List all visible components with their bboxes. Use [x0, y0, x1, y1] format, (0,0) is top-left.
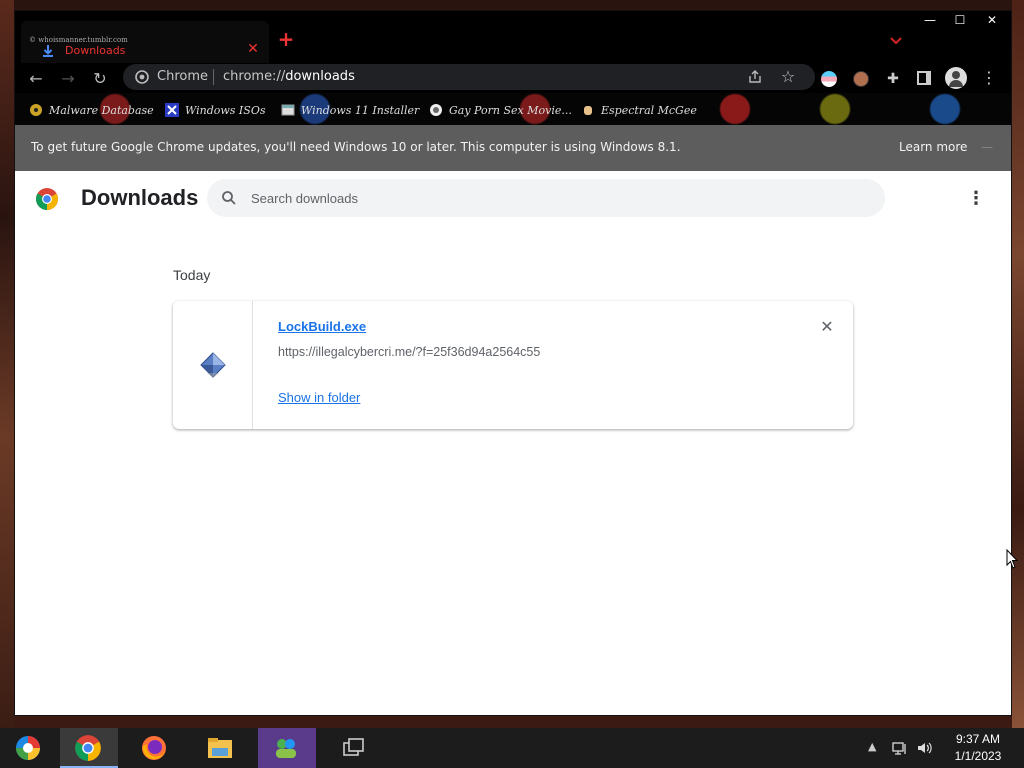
chrome-icon	[75, 735, 101, 761]
file-name-link[interactable]: LockBuild.exe	[278, 319, 366, 334]
taskbar-messenger[interactable]	[258, 728, 316, 768]
tab-title: Downloads	[65, 44, 126, 57]
bookmark-label: Espectral McGee	[601, 103, 697, 117]
back-arrow-icon[interactable]: ←	[25, 68, 47, 90]
forward-arrow-icon[interactable]: →	[57, 68, 79, 90]
chrome-logo-icon	[36, 188, 58, 210]
mouse-cursor-icon	[1006, 549, 1018, 569]
downloads-page: Downloads ⋮ Today LockBuild.exe https://…	[15, 171, 1011, 715]
extension-flag-icon[interactable]	[821, 71, 837, 87]
biohazard-icon	[30, 104, 42, 116]
bookmark-malware-database[interactable]: Malware Database	[29, 101, 154, 119]
new-tab-button[interactable]: +	[277, 29, 295, 49]
bookmark-site[interactable]: Gay Porn Sex Movie...	[429, 101, 572, 119]
bookmark-label: Malware Database	[49, 103, 154, 117]
site-chip-label: Chrome	[157, 69, 208, 84]
start-logo-icon	[16, 736, 40, 760]
reload-icon[interactable]: ↻	[89, 68, 111, 90]
browser-menu-icon[interactable]: ⋮	[981, 68, 997, 88]
x-logo-icon	[165, 103, 179, 117]
bookmark-star-icon[interactable]: ☆	[779, 68, 797, 86]
file-icon-cell	[173, 301, 253, 429]
site-icon	[430, 104, 442, 116]
extensions-puzzle-icon[interactable]: ✚	[885, 71, 901, 87]
taskbar-chrome[interactable]	[60, 728, 118, 768]
download-item: LockBuild.exe https://illegalcybercri.me…	[173, 301, 853, 429]
network-icon[interactable]	[892, 740, 908, 756]
search-box[interactable]	[207, 179, 885, 217]
bookmark-windows-11-installer[interactable]: Windows 11 Installer	[281, 101, 419, 119]
extension-avatar-icon[interactable]	[853, 71, 869, 87]
infobar-close-icon[interactable]: —	[979, 139, 995, 155]
window-close-button[interactable]: ✕	[973, 11, 1011, 29]
address-bar[interactable]: Chrome chrome://downloads ☆	[123, 64, 815, 90]
search-icon	[222, 191, 236, 205]
clock-time[interactable]: 9:37 AM	[950, 732, 1006, 746]
volume-icon[interactable]	[916, 740, 932, 756]
messenger-people-icon	[276, 739, 296, 758]
chrome-site-icon	[135, 70, 149, 84]
clock-date[interactable]: 1/1/2023	[946, 749, 1010, 763]
taskbar: ▲ 9:37 AM 1/1/2023	[0, 728, 1024, 768]
browser-window: © whoismanner.tumblr.com Downloads ✕ + —…	[14, 10, 1012, 716]
tab-search-icon[interactable]	[887, 31, 905, 49]
show-in-folder-link[interactable]: Show in folder	[278, 390, 360, 405]
search-input[interactable]	[251, 188, 851, 208]
more-options-icon[interactable]: ⋮	[967, 189, 985, 209]
maximize-button[interactable]: ☐	[945, 11, 975, 29]
bookmark-label: Windows 11 Installer	[301, 103, 420, 117]
tab-watermark-text: © whoismanner.tumblr.com	[29, 36, 128, 44]
taskbar-firefox[interactable]	[126, 728, 184, 768]
profile-avatar-icon[interactable]	[945, 67, 967, 89]
desktop-wallpaper-right	[1012, 0, 1024, 728]
window-icon	[281, 104, 295, 116]
update-infobar: To get future Google Chrome updates, you…	[15, 125, 1011, 171]
bookmark-espectral-mcgee[interactable]: Espectral McGee	[581, 101, 697, 119]
page-title: Downloads	[81, 185, 199, 210]
taskbar-file-explorer[interactable]	[192, 728, 250, 768]
file-source-url[interactable]: https://illegalcybercri.me/?f=25f36d94a2…	[278, 345, 540, 359]
bookmark-label: Gay Porn Sex Movie...	[449, 103, 572, 117]
learn-more-link[interactable]: Learn more	[899, 140, 967, 154]
tab-downloads[interactable]: © whoismanner.tumblr.com Downloads ✕	[21, 21, 269, 63]
taskbar-start-button[interactable]	[0, 728, 56, 768]
share-icon[interactable]	[747, 69, 763, 85]
firefox-icon	[142, 736, 166, 760]
bookmarks-bar: Malware Database Windows ISOs Windows 11…	[15, 93, 1011, 125]
bookmark-label: Windows ISOs	[185, 103, 266, 117]
browser-toolbar: ← → ↻ Chrome chrome://downloads ☆ ✚ ⋮	[15, 63, 1011, 93]
address-separator	[213, 69, 214, 85]
hand-icon	[584, 106, 592, 115]
bookmark-windows-isos[interactable]: Windows ISOs	[165, 101, 265, 119]
executable-file-icon	[200, 352, 226, 378]
folder-icon	[208, 738, 232, 758]
side-panel-icon[interactable]	[917, 71, 931, 85]
date-heading: Today	[173, 267, 211, 283]
tray-chevron-up-icon[interactable]: ▲	[868, 740, 876, 753]
minimize-button[interactable]: —	[915, 11, 945, 29]
task-view-icon	[343, 738, 364, 756]
taskbar-task-view[interactable]	[326, 728, 384, 768]
tab-close-button[interactable]: ✕	[245, 41, 261, 57]
url-text: chrome://downloads	[223, 69, 355, 84]
download-icon	[43, 45, 53, 57]
infobar-message: To get future Google Chrome updates, you…	[31, 140, 681, 154]
remove-from-list-icon[interactable]: ✕	[817, 317, 837, 337]
tab-strip: © whoismanner.tumblr.com Downloads ✕ + —…	[15, 11, 1011, 63]
desktop-wallpaper-left	[0, 0, 14, 728]
